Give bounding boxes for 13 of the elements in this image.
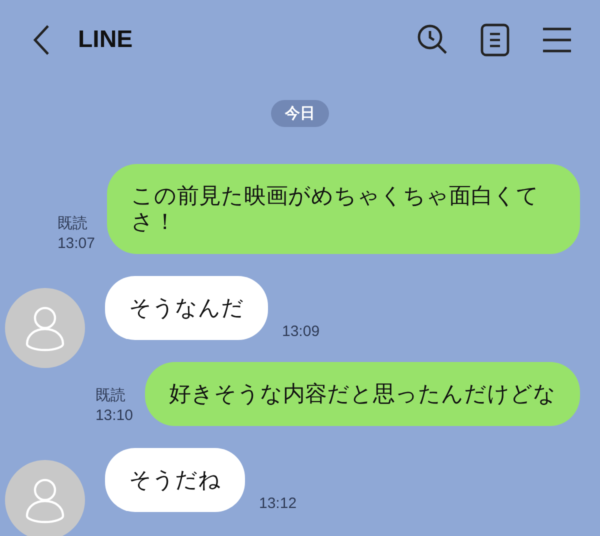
received-message: そうだね — [105, 448, 245, 512]
message-time: 13:07 — [57, 234, 95, 254]
message-time: 13:09 — [282, 323, 320, 340]
sent-message: 好きそうな内容だと思ったんだけどな — [145, 362, 580, 426]
notes-icon[interactable] — [478, 23, 512, 57]
chat-title: LINE — [78, 26, 134, 54]
date-label: 今日 — [271, 100, 329, 127]
read-receipt: 既読 — [95, 386, 126, 406]
message-time: 13:10 — [95, 406, 133, 426]
received-message: そうなんだ — [105, 276, 268, 340]
sent-message: この前見た映画がめちゃくちゃ面白くてさ！ — [107, 164, 580, 254]
message-time: 13:12 — [259, 495, 297, 512]
read-receipt: 既読 — [57, 214, 88, 234]
